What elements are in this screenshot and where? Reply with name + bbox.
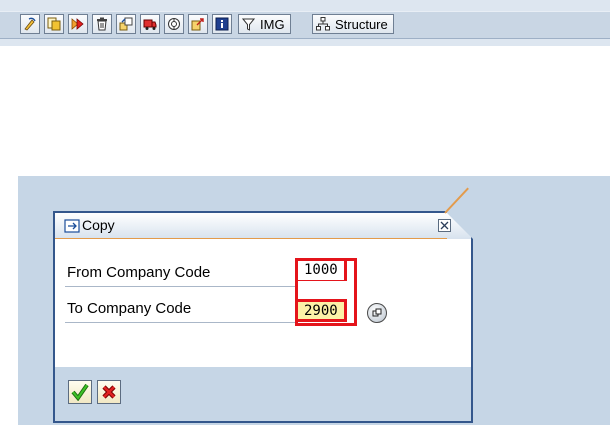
from-company-code-label: From Company Code <box>67 264 211 281</box>
execute-icon <box>71 18 84 30</box>
info-icon <box>215 17 229 31</box>
cancel-x-icon <box>102 385 116 399</box>
copy-as-icon <box>47 17 61 31</box>
info-button[interactable] <box>212 14 232 34</box>
hierarchy-icon <box>316 17 330 31</box>
img-button-label: IMG <box>260 16 285 32</box>
delete-icon <box>97 17 107 31</box>
dialog-footer <box>55 367 471 421</box>
settings-button[interactable] <box>164 14 184 34</box>
copy-as-button[interactable] <box>44 14 64 34</box>
row-divider <box>65 322 295 323</box>
export-button[interactable] <box>188 14 208 34</box>
copy-dialog-icon <box>64 219 80 233</box>
cancel-button[interactable] <box>97 380 121 404</box>
row-divider <box>65 286 295 287</box>
dialog-close-button[interactable] <box>438 219 451 232</box>
left-gutter <box>0 176 18 425</box>
change-display-icon <box>24 17 36 31</box>
structure-button-label: Structure <box>335 16 388 32</box>
structure-button[interactable]: Structure <box>312 14 394 34</box>
content-area <box>0 46 610 176</box>
delete-button[interactable] <box>92 14 112 34</box>
title-accent-line <box>55 238 447 239</box>
export-icon <box>191 18 204 31</box>
application-toolbar: IMG Structure <box>0 0 610 46</box>
dialog-title-bar <box>55 211 473 239</box>
copy-dialog: Copy From Company Code To Company Code 1… <box>53 187 473 423</box>
execute-button[interactable] <box>68 14 88 34</box>
value-help-button[interactable] <box>367 303 387 323</box>
dialog-title: Copy <box>82 217 115 233</box>
rename-button[interactable] <box>116 14 136 34</box>
to-company-code-label: To Company Code <box>67 300 192 317</box>
from-company-code-input[interactable]: 1000 <box>295 258 347 281</box>
rename-icon <box>119 17 133 31</box>
checkmark-icon <box>71 383 89 401</box>
confirm-button[interactable] <box>68 380 92 404</box>
value-help-icon <box>372 308 382 317</box>
transport-icon <box>143 19 157 30</box>
filter-icon <box>242 18 255 31</box>
transport-button[interactable] <box>140 14 160 34</box>
close-icon <box>440 221 449 230</box>
img-button[interactable]: IMG <box>238 14 291 34</box>
change-display-button[interactable] <box>20 14 40 34</box>
settings-icon <box>168 18 180 30</box>
to-company-code-input[interactable]: 2900 <box>295 299 347 322</box>
